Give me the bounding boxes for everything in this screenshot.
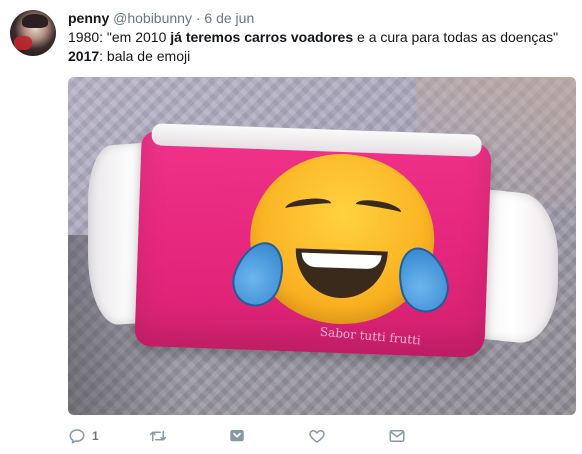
retweet-icon [148, 427, 168, 445]
emoji-candy: Sabor tutti frutti [88, 123, 558, 382]
separator-dot: · [195, 10, 201, 26]
more-menu-button[interactable] [228, 425, 246, 447]
tweet-line-2-suffix: : bala de emoji [99, 48, 191, 64]
tears-of-joy-emoji [225, 150, 455, 328]
timestamp[interactable]: 6 de jun [204, 10, 254, 26]
emoji-mouth [294, 248, 388, 300]
emoji-right-tear [390, 241, 455, 319]
display-name[interactable]: penny [68, 10, 109, 26]
tweet-header: penny @hobibunny · 6 de jun [68, 9, 254, 27]
tweet-actions: 1 [68, 425, 488, 447]
emoji-right-eye [354, 197, 403, 220]
avatar-red-cloth [14, 36, 32, 50]
caret-down-icon [228, 427, 246, 445]
retweet-button[interactable] [148, 425, 168, 447]
emoji-left-eye [284, 196, 332, 216]
direct-message-button[interactable] [388, 425, 406, 447]
tweet-line-1-prefix: 1980: "em 2010 [68, 29, 171, 45]
avatar-hair [22, 14, 48, 28]
tweet-line-2: 2017: bala de emoji [68, 47, 568, 66]
tweet: penny @hobibunny · 6 de jun 1980: "em 20… [0, 0, 582, 454]
tweet-photo[interactable]: Sabor tutti frutti [68, 77, 576, 415]
message-icon [388, 427, 406, 445]
tweet-line-1-suffix: e a cura para todas as doenças" [353, 29, 559, 45]
tweet-line-1-bold: já teremos carros voadores [170, 29, 354, 45]
reply-button[interactable]: 1 [68, 425, 99, 447]
user-handle[interactable]: @hobibunny [113, 10, 192, 26]
like-button[interactable] [308, 425, 326, 447]
candy-wrapper-pink: Sabor tutti frutti [134, 123, 492, 359]
tweet-line-2-bold: 2017 [68, 48, 100, 64]
candy-flavor-text: Sabor tutti frutti [319, 324, 422, 348]
emoji-teeth [301, 252, 382, 270]
tweet-line-1: 1980: "em 2010 já teremos carros voadore… [68, 28, 568, 47]
emoji-left-tear [225, 234, 293, 314]
reply-icon [68, 427, 86, 445]
like-icon [308, 427, 326, 445]
tweet-text: 1980: "em 2010 já teremos carros voadore… [68, 28, 568, 66]
reply-count: 1 [92, 429, 99, 443]
avatar[interactable] [10, 10, 56, 56]
